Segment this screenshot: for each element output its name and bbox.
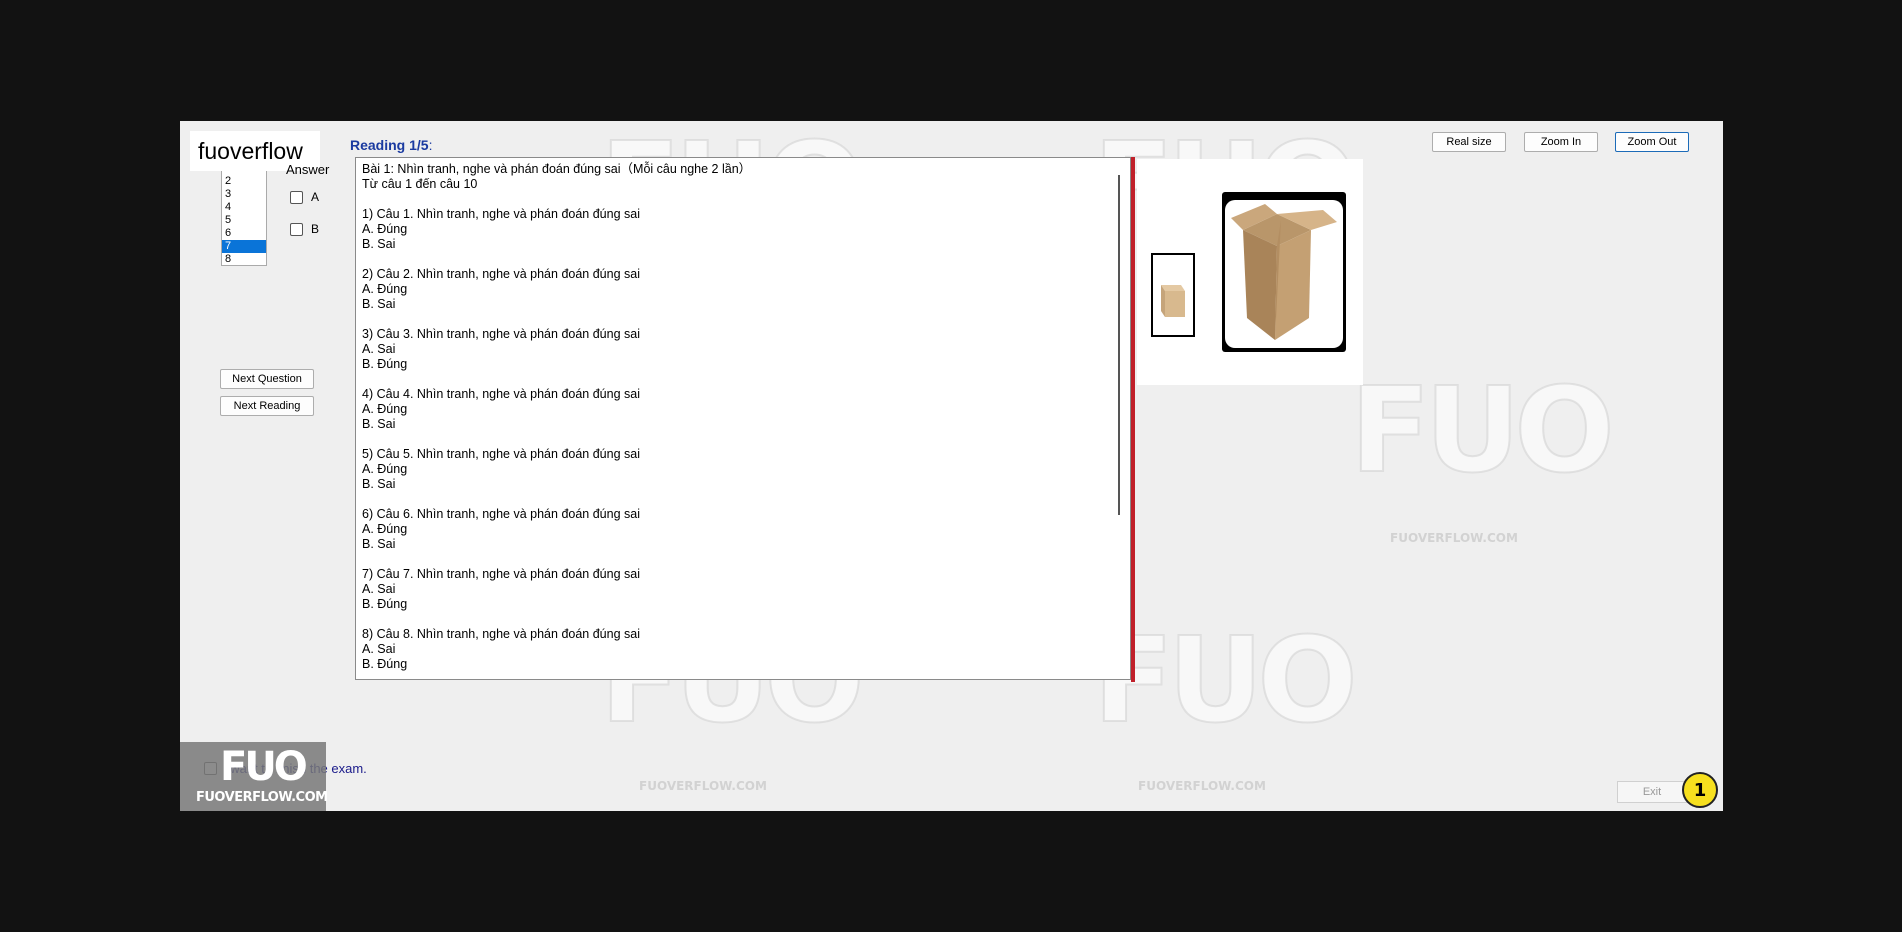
- question-list-item[interactable]: 8: [222, 253, 266, 265]
- answer-a-label: A: [311, 190, 320, 204]
- watermark-site: FUOVERFLOW.COM: [639, 779, 767, 793]
- watermark-site: FUOVERFLOW.COM: [1390, 531, 1518, 545]
- watermark-logo: FUO: [1349, 360, 1616, 500]
- exit-button[interactable]: Exit: [1617, 781, 1687, 803]
- cardboard-box-icon: [1231, 204, 1337, 340]
- next-reading-button[interactable]: Next Reading: [220, 396, 314, 416]
- answer-a-checkbox[interactable]: [290, 190, 303, 204]
- answer-label: Answer: [286, 162, 330, 177]
- answer-b-label: B: [311, 222, 320, 236]
- question-list-item[interactable]: 6: [222, 227, 266, 240]
- reading-text-panel[interactable]: Bài 1: Nhìn tranh, nghe và phán đoán đún…: [355, 157, 1131, 680]
- answer-b-checkbox[interactable]: [290, 222, 303, 236]
- answer-option-a[interactable]: A: [290, 190, 319, 204]
- badge-logo: FUO: [220, 744, 308, 790]
- box-image-frame: [1225, 200, 1343, 348]
- question-list-item[interactable]: 4: [222, 201, 266, 214]
- real-size-button[interactable]: Real size: [1432, 132, 1506, 152]
- reading-title-text: Reading 1/5: [350, 137, 429, 153]
- question-list-item-selected[interactable]: 7: [222, 240, 266, 253]
- box-image[interactable]: [1222, 192, 1346, 352]
- question-list[interactable]: 1 2 3 4 5 6 7 8 9 10: [221, 161, 267, 266]
- exam-window: FUO FUO FUO FUO FUO FUO FUO FUOVERFLOW.C…: [180, 121, 1723, 811]
- badge-site: FUOVERFLOW.COM: [196, 790, 328, 805]
- zoom-in-button[interactable]: Zoom In: [1524, 132, 1598, 152]
- thumbnail-image[interactable]: [1151, 253, 1195, 337]
- fuoverflow-badge: FUO FUOVERFLOW.COM: [180, 742, 328, 811]
- answer-option-b[interactable]: B: [290, 222, 319, 236]
- step-number-badge: 1: [1682, 772, 1718, 808]
- panel-divider[interactable]: [1131, 157, 1135, 682]
- box-thumbnail-icon: [1161, 285, 1185, 317]
- zoom-out-button[interactable]: Zoom Out: [1615, 132, 1689, 152]
- reading-scrollbar[interactable]: [1118, 175, 1120, 515]
- question-list-item[interactable]: 5: [222, 214, 266, 227]
- question-list-item[interactable]: 2: [222, 175, 266, 188]
- reading-title-suffix: :: [428, 137, 433, 153]
- reading-text: Bài 1: Nhìn tranh, nghe và phán đoán đún…: [362, 162, 752, 671]
- watermark-site: FUOVERFLOW.COM: [1138, 779, 1266, 793]
- next-question-button[interactable]: Next Question: [220, 369, 314, 389]
- reading-title: Reading 1/5:: [350, 137, 432, 153]
- question-list-item[interactable]: 3: [222, 188, 266, 201]
